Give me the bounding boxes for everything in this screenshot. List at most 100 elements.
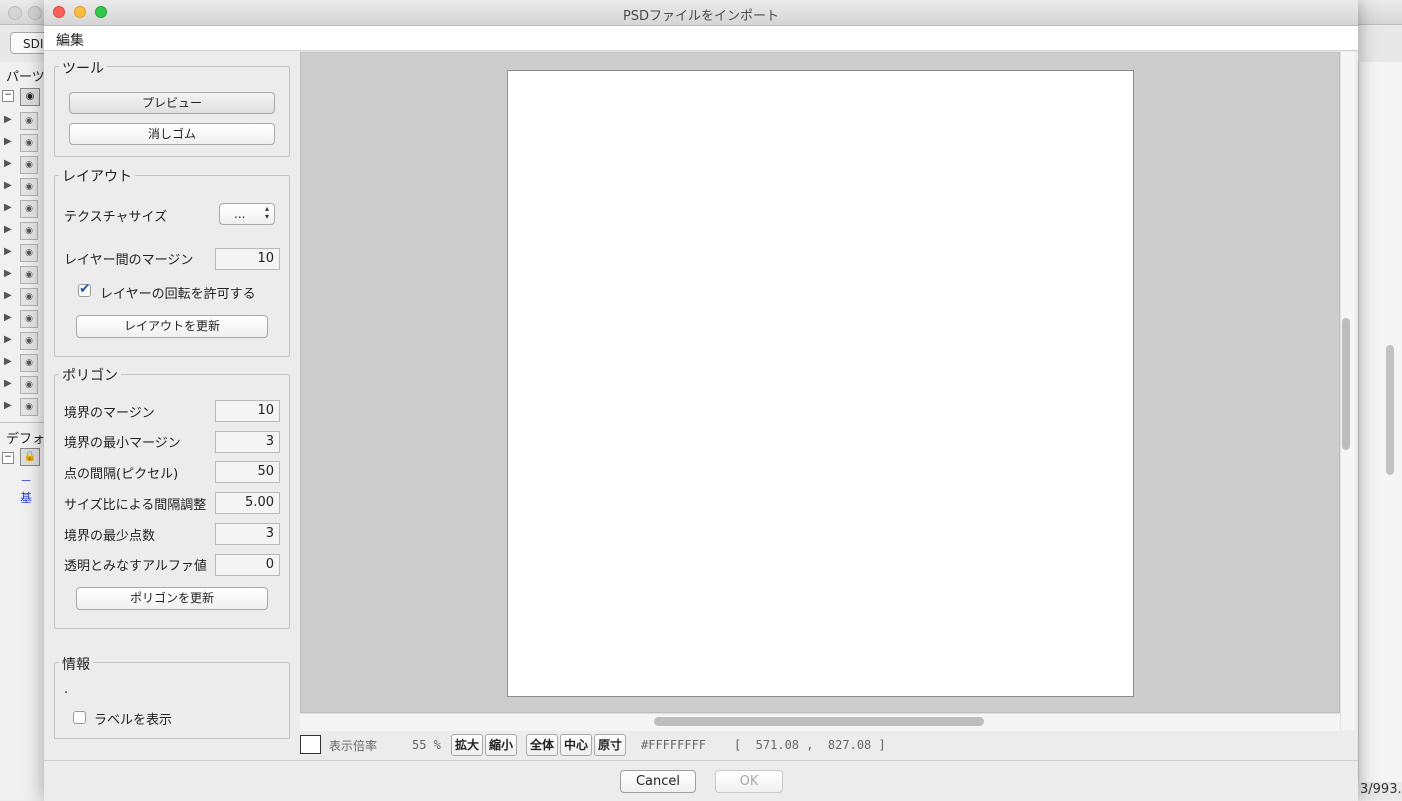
background-layer-row[interactable]: ▶ ◉ bbox=[0, 352, 46, 374]
min-boundary-margin-input[interactable]: 3 bbox=[215, 431, 280, 453]
expand-icon[interactable]: ▶ bbox=[4, 202, 12, 213]
background-tab-default[interactable]: デフォ bbox=[6, 428, 45, 447]
allow-rotation-label[interactable]: レイヤーの回転を許可する bbox=[100, 283, 256, 302]
expand-icon[interactable]: ▶ bbox=[4, 378, 12, 389]
min-boundary-points-input[interactable]: 3 bbox=[215, 523, 280, 545]
eye-icon[interactable]: ◉ bbox=[20, 266, 38, 284]
expand-icon[interactable]: ▶ bbox=[4, 136, 12, 147]
background-layer-row[interactable]: ▶ ◉ bbox=[0, 110, 46, 132]
alpha-threshold-input[interactable]: 0 bbox=[215, 554, 280, 576]
background-close-icon bbox=[8, 6, 22, 20]
zoom-label: 表示倍率 bbox=[329, 739, 378, 753]
eye-icon[interactable]: ◉ bbox=[20, 222, 38, 240]
eye-icon[interactable]: ◉ bbox=[20, 112, 38, 130]
psd-import-dialog: PSDファイルをインポート 編集 ツール プレビュー 消しゴム レイアウト テク… bbox=[44, 0, 1358, 801]
eye-icon[interactable]: ◉ bbox=[20, 156, 38, 174]
eye-icon[interactable]: ◉ bbox=[20, 332, 38, 350]
background-layer-row[interactable]: ▶ ◉ bbox=[0, 132, 46, 154]
background-parts-panel: パーツ − ◉ ▶ ◉ ▶ ◉ ▶ ◉ ▶ ◉ ▶ ◉ ▶ ◉ ▶ ◉ ▶ ◉ ▶ ◉ ▶ ◉ ▶ ◉… bbox=[0, 62, 47, 800]
panel-divider bbox=[0, 422, 46, 423]
background-layer-row[interactable]: ▶ ◉ bbox=[0, 242, 46, 264]
lock-icon[interactable]: 🔒 bbox=[20, 448, 40, 466]
preview-canvas[interactable] bbox=[507, 70, 1134, 697]
update-polygon-button[interactable]: ポリゴンを更新 bbox=[76, 587, 268, 610]
dialog-title: PSDファイルをインポート bbox=[622, 9, 780, 24]
background-layer-row[interactable]: ▶ ◉ bbox=[0, 374, 46, 396]
background-layer-row[interactable]: ▶ ◉ bbox=[0, 308, 46, 330]
background-layer-row[interactable]: ▶ ◉ bbox=[0, 220, 46, 242]
cancel-button[interactable]: Cancel bbox=[620, 770, 696, 793]
ok-button[interactable]: OK bbox=[715, 770, 783, 793]
texture-size-select[interactable]: ... ▴ ▾ bbox=[219, 203, 275, 225]
show-label-checkbox[interactable] bbox=[73, 711, 86, 724]
eye-icon[interactable]: ◉ bbox=[20, 134, 38, 152]
tools-group-title: ツール bbox=[59, 58, 107, 78]
update-layout-button[interactable]: レイアウトを更新 bbox=[76, 315, 268, 338]
background-tree-item[interactable]: － 基 bbox=[20, 472, 46, 506]
background-layer-row[interactable]: ▶ ◉ bbox=[0, 396, 46, 418]
zoom-value: 55 % bbox=[412, 738, 441, 752]
boundary-margin-input[interactable]: 10 bbox=[215, 400, 280, 422]
polygon-field-label: 点の間隔(ピクセル) bbox=[64, 467, 179, 482]
eye-icon[interactable]: ◉ bbox=[20, 398, 38, 416]
background-scrollbar[interactable] bbox=[1386, 345, 1394, 475]
polygon-field-label: 透明とみなすアルファ値 bbox=[64, 559, 207, 574]
polygon-field-label: サイズ比による間隔調整 bbox=[64, 498, 207, 513]
expand-icon[interactable]: ▶ bbox=[4, 334, 12, 345]
eye-icon[interactable]: ◉ bbox=[20, 354, 38, 372]
eye-icon[interactable]: ◉ bbox=[20, 88, 40, 106]
allow-rotation-checkbox[interactable] bbox=[78, 281, 91, 297]
vertical-scroll-thumb[interactable] bbox=[1342, 318, 1350, 450]
expand-icon[interactable]: ▶ bbox=[4, 224, 12, 235]
background-layer-row[interactable]: ▶ ◉ bbox=[0, 286, 46, 308]
point-spacing-input[interactable]: 50 bbox=[215, 461, 280, 483]
menu-edit[interactable]: 編集 bbox=[56, 30, 84, 50]
expand-icon[interactable]: ▶ bbox=[4, 356, 12, 367]
background-minimize-icon bbox=[28, 6, 42, 20]
background-layer-row[interactable]: ▶ ◉ bbox=[0, 154, 46, 176]
expand-icon[interactable]: ▶ bbox=[4, 180, 12, 191]
texture-size-label: テクスチャサイズ bbox=[64, 210, 168, 225]
layout-group-title: レイアウト bbox=[59, 166, 135, 186]
polygon-field-label: 境界の最小マージン bbox=[64, 436, 181, 451]
background-layer-row[interactable]: ▶ ◉ bbox=[0, 198, 46, 220]
layer-margin-input[interactable]: 10 bbox=[215, 248, 280, 270]
actual-size-button[interactable]: 原寸 bbox=[594, 734, 626, 756]
expand-icon[interactable]: ▶ bbox=[4, 158, 12, 169]
background-tab-parts[interactable]: パーツ bbox=[6, 66, 45, 85]
up-down-arrows-icon: ▴ ▾ bbox=[264, 204, 269, 221]
eye-icon[interactable]: ◉ bbox=[20, 310, 38, 328]
eraser-button[interactable]: 消しゴム bbox=[69, 123, 275, 145]
expand-icon[interactable]: ▶ bbox=[4, 400, 12, 411]
horizontal-scroll-thumb[interactable] bbox=[654, 717, 984, 726]
eye-icon[interactable]: ◉ bbox=[20, 244, 38, 262]
expand-icon[interactable]: ▶ bbox=[4, 312, 12, 323]
eye-icon[interactable]: ◉ bbox=[20, 178, 38, 196]
collapse-icon[interactable]: − bbox=[2, 90, 14, 102]
color-value: #FFFFFFFF bbox=[641, 738, 707, 752]
zoom-in-button[interactable]: 拡大 bbox=[451, 734, 483, 756]
preview-button[interactable]: プレビュー bbox=[69, 92, 275, 114]
size-ratio-spacing-input[interactable]: 5.00 bbox=[215, 492, 280, 514]
expand-icon[interactable]: ▶ bbox=[4, 114, 12, 125]
expand-icon[interactable]: ▶ bbox=[4, 246, 12, 257]
expand-icon[interactable]: ▶ bbox=[4, 290, 12, 301]
background-layer-row[interactable]: ▶ ◉ bbox=[0, 264, 46, 286]
polygon-field-label: 境界のマージン bbox=[64, 406, 155, 421]
color-swatch bbox=[300, 735, 321, 754]
background-layer-row[interactable]: ▶ ◉ bbox=[0, 330, 46, 352]
collapse-icon[interactable]: − bbox=[2, 452, 14, 464]
fit-all-button[interactable]: 全体 bbox=[526, 734, 558, 756]
background-layer-row[interactable]: ▶ ◉ bbox=[0, 176, 46, 198]
eye-icon[interactable]: ◉ bbox=[20, 288, 38, 306]
zoom-out-button[interactable]: 縮小 bbox=[485, 734, 517, 756]
center-button[interactable]: 中心 bbox=[560, 734, 592, 756]
menubar: 編集 bbox=[44, 26, 1358, 51]
expand-icon[interactable]: ▶ bbox=[4, 268, 12, 279]
layer-margin-label: レイヤー間のマージン bbox=[64, 253, 194, 268]
polygon-group-title: ポリゴン bbox=[59, 365, 121, 385]
eye-icon[interactable]: ◉ bbox=[20, 376, 38, 394]
show-label-label[interactable]: ラベルを表示 bbox=[94, 709, 172, 728]
dialog-footer bbox=[44, 760, 1358, 801]
eye-icon[interactable]: ◉ bbox=[20, 200, 38, 218]
